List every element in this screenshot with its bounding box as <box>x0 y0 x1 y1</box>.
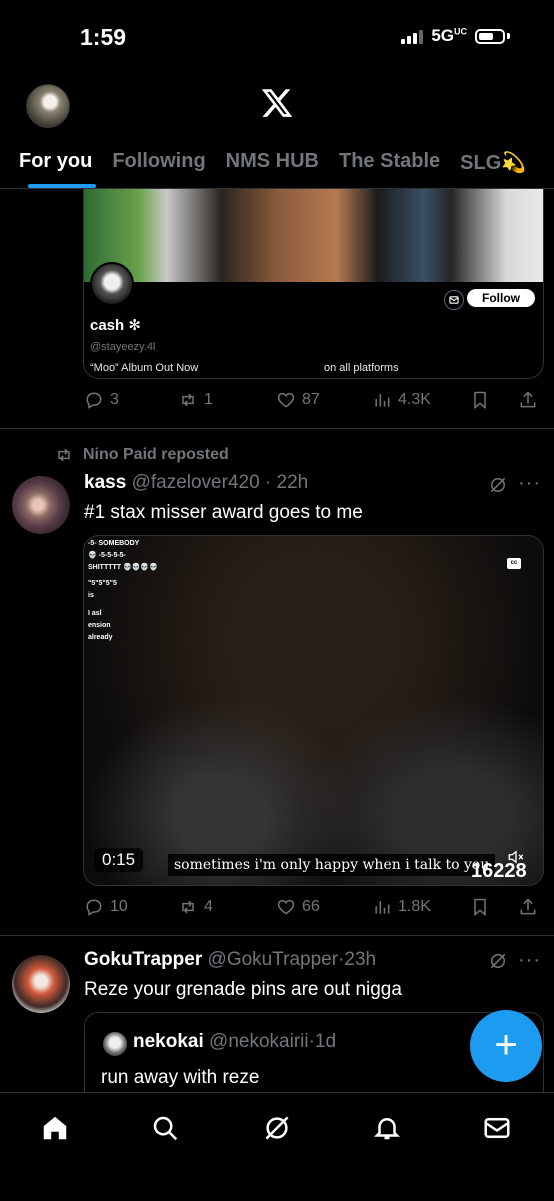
views-button[interactable]: 1.8K <box>372 897 431 917</box>
more-options-icon[interactable]: ··· <box>518 472 541 495</box>
reply-icon <box>86 899 102 916</box>
views-icon <box>375 901 390 914</box>
views-button[interactable]: 4.3K <box>372 390 431 410</box>
signal-icon <box>401 28 424 44</box>
tab-for-you[interactable]: For you <box>0 140 102 188</box>
like-button[interactable]: 66 <box>276 897 320 917</box>
card-bio-2: on all platforms <box>324 362 399 374</box>
like-count: 87 <box>302 391 320 408</box>
author-handle: @fazelover420 <box>131 472 260 493</box>
tab-nms-hub[interactable]: NMS HUB <box>216 140 329 188</box>
tab-the-stable[interactable]: The Stable <box>329 140 450 188</box>
tab-following[interactable]: Following <box>102 140 215 188</box>
post-text: Reze your grenade pins are out nigga <box>84 979 402 1000</box>
view-count: 4.3K <box>398 391 431 408</box>
heart-icon <box>277 899 295 915</box>
timeline-tabs: For you Following NMS HUB The Stable SLG… <box>0 140 554 188</box>
x-logo-icon[interactable] <box>260 86 294 120</box>
post-divider <box>0 935 554 936</box>
post-author-line[interactable]: GokuTrapper @GokuTrapper·23h <box>84 949 376 971</box>
post-divider <box>0 428 554 429</box>
post-time: 23h <box>344 949 377 970</box>
reply-count: 10 <box>110 898 128 915</box>
grok-icon[interactable] <box>488 475 508 495</box>
profile-avatar[interactable] <box>26 84 70 128</box>
view-count: 1.8K <box>398 898 431 915</box>
notifications-icon[interactable] <box>372 1113 402 1143</box>
avatar[interactable] <box>12 955 70 1013</box>
compose-button[interactable]: + <box>470 1010 542 1082</box>
status-time: 1:59 <box>80 24 127 50</box>
repost-context[interactable]: Nino Paid reposted <box>54 445 229 465</box>
home-icon[interactable] <box>40 1113 70 1143</box>
share-icon[interactable] <box>518 390 538 410</box>
card-bio: “Moo” Album Out Now <box>90 362 199 374</box>
card-avatar[interactable] <box>90 262 134 306</box>
author-name: GokuTrapper <box>84 949 203 970</box>
post-author-line[interactable]: kass @fazelover420 · 22h <box>84 472 308 494</box>
more-options-icon[interactable]: ··· <box>518 949 541 972</box>
tab-slg[interactable]: SLG💫 <box>450 140 536 188</box>
card-handle: @stayeezy.4l <box>90 341 156 353</box>
repost-icon <box>182 900 194 914</box>
mail-icon[interactable] <box>444 290 464 310</box>
video-caption: sometimes i'm only happy when i talk to … <box>168 854 496 876</box>
reply-icon <box>86 392 102 409</box>
repost-label: Nino Paid reposted <box>83 446 229 463</box>
like-button[interactable]: 87 <box>276 390 320 410</box>
reply-button[interactable]: 3 <box>84 390 119 410</box>
grok-icon[interactable] <box>488 951 508 971</box>
video-watermark: 16228 <box>471 860 527 882</box>
network-label: 5GUC <box>431 26 467 45</box>
bookmark-icon[interactable] <box>470 897 490 917</box>
repost-count: 1 <box>204 391 213 408</box>
video-time: 0:15 <box>94 848 144 872</box>
bottom-navigation <box>0 1092 554 1201</box>
messages-icon[interactable] <box>482 1113 512 1143</box>
avatar[interactable] <box>12 476 70 534</box>
status-indicators: 5GUC <box>401 26 510 46</box>
repost-button[interactable]: 1 <box>178 390 213 410</box>
repost-count: 4 <box>204 898 213 915</box>
battery-icon <box>475 28 505 44</box>
post-text: #1 stax misser award goes to me <box>84 502 363 523</box>
card-display-name: cash ✻ <box>90 317 141 334</box>
grok-icon[interactable] <box>262 1113 292 1143</box>
captions-button[interactable]: cc <box>507 558 521 569</box>
bookmark-icon[interactable] <box>470 390 490 410</box>
quote-author-line: nekokai @nekokairii·1d <box>133 1031 337 1052</box>
follow-button[interactable]: Follow <box>467 289 535 307</box>
search-icon[interactable] <box>150 1113 180 1143</box>
repost-button[interactable]: 4 <box>178 897 213 917</box>
heart-icon <box>277 392 295 408</box>
like-count: 66 <box>302 898 320 915</box>
repost-icon <box>182 393 194 407</box>
author-name: kass <box>84 472 127 493</box>
video-player[interactable]: -5- SOMEBODY 💀 -5-5-5-5- SHITTTTT 💀💀💀💀 "… <box>83 535 544 886</box>
share-icon[interactable] <box>518 897 538 917</box>
quote-text: run away with reze <box>101 1067 260 1088</box>
repost-icon <box>58 448 70 462</box>
reply-count: 3 <box>110 391 119 408</box>
author-handle: @GokuTrapper <box>207 949 339 970</box>
profile-card[interactable]: Follow cash ✻ @stayeezy.4l “Moo” Album O… <box>83 189 544 379</box>
views-icon <box>375 394 390 407</box>
quote-avatar <box>103 1032 127 1056</box>
video-overlay-text: -5- SOMEBODY 💀 -5-5-5-5- SHITTTTT 💀💀💀💀 "… <box>88 540 158 641</box>
card-banner-image <box>84 189 543 282</box>
reply-button[interactable]: 10 <box>84 897 128 917</box>
post-time: 22h <box>276 472 309 493</box>
